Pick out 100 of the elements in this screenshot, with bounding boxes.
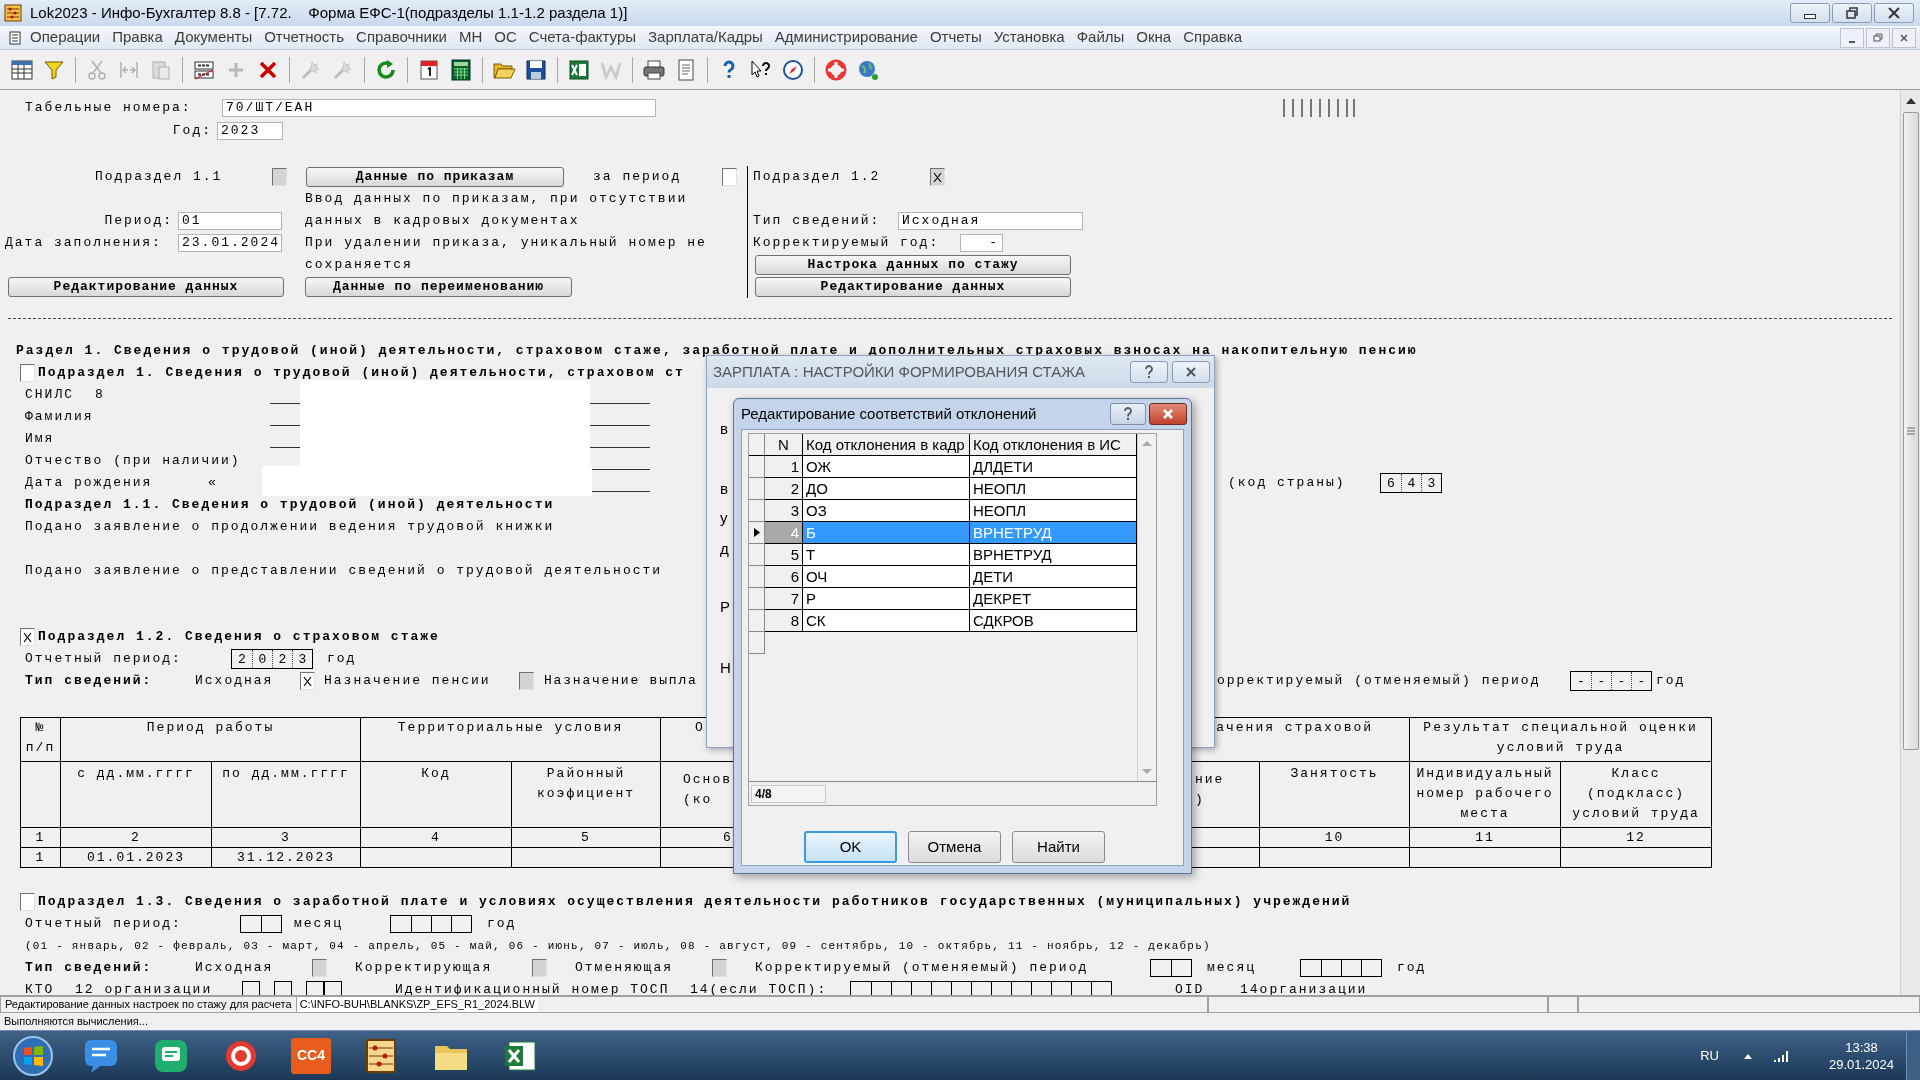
signal-icon[interactable] bbox=[1772, 1048, 1789, 1063]
input-boxes[interactable] bbox=[1300, 959, 1382, 977]
corrected-year-field[interactable]: - bbox=[960, 234, 1003, 252]
menu-item[interactable]: Окна bbox=[1130, 26, 1178, 49]
label: год bbox=[327, 650, 357, 669]
checkbox[interactable] bbox=[20, 628, 35, 646]
rename-data-button[interactable]: Данные по переименованию bbox=[305, 277, 572, 297]
date-field[interactable]: 23.01.2024 bbox=[178, 234, 282, 252]
help-button[interactable] bbox=[1110, 403, 1146, 425]
calendar-icon[interactable] bbox=[417, 57, 441, 82]
period-field[interactable]: 01 bbox=[178, 212, 282, 230]
subsection-heading: Подраздел 1.3. Сведения о заработной плате и условиях осуществления деятельности работников государственных (муниципальных) учреждений bbox=[38, 893, 1352, 912]
label: за период bbox=[593, 168, 683, 187]
menu-item[interactable]: Отчетность bbox=[258, 26, 351, 49]
label: Корректируемый (отменяемый) период bbox=[755, 959, 1090, 978]
edit-data-button[interactable]: Редактирование данных bbox=[755, 277, 1071, 297]
dialog-button[interactable]: Найти bbox=[1012, 831, 1105, 863]
input-boxes[interactable] bbox=[240, 915, 282, 933]
help-icon bbox=[1123, 407, 1133, 421]
menu-item[interactable]: ОС bbox=[488, 26, 523, 49]
checkbox[interactable] bbox=[20, 893, 35, 911]
grid-cell[interactable]: СДКРОВ bbox=[970, 610, 1137, 632]
start-button[interactable] bbox=[12, 1034, 54, 1077]
info-type-field[interactable]: Исходная bbox=[898, 212, 1083, 230]
grid-cell[interactable]: НЕОПЛ bbox=[970, 478, 1137, 500]
grid-cell[interactable]: ОЖ bbox=[803, 456, 970, 478]
label: Подраздел 1.2 bbox=[753, 168, 882, 187]
grid-cell[interactable]: ДО bbox=[803, 478, 970, 500]
dialog-button[interactable]: OK bbox=[804, 831, 897, 863]
grid-cell[interactable]: ВРНЕТРУД bbox=[970, 544, 1137, 566]
input-boxes[interactable] bbox=[1150, 959, 1192, 977]
lifebuoy-icon[interactable] bbox=[824, 57, 848, 82]
clock-time[interactable]: 13:38 bbox=[1845, 1038, 1878, 1056]
row-number: 6 bbox=[765, 566, 803, 588]
table-icon[interactable] bbox=[10, 57, 34, 82]
calculator-icon[interactable] bbox=[449, 57, 473, 82]
grid-cell[interactable]: ОЗ bbox=[803, 500, 970, 522]
label: Отменяющая bbox=[575, 959, 674, 978]
menu-item[interactable]: МН bbox=[452, 26, 489, 49]
label: в bbox=[720, 479, 728, 499]
checkbox[interactable] bbox=[20, 364, 35, 382]
label: Корректируемый год: bbox=[753, 234, 941, 253]
document-icon[interactable] bbox=[8, 30, 22, 45]
grid-cell[interactable]: ДЕТИ bbox=[970, 566, 1137, 588]
language-indicator[interactable]: RU bbox=[1700, 1045, 1719, 1066]
input-boxes[interactable] bbox=[390, 915, 472, 933]
checkbox[interactable] bbox=[300, 672, 315, 690]
menu-item[interactable]: Установка bbox=[987, 26, 1071, 49]
table-header: по дд.мм.гггг bbox=[211, 761, 361, 828]
grid-cell[interactable]: ДЕКРЕТ bbox=[970, 588, 1137, 610]
minimize-button[interactable] bbox=[1790, 3, 1830, 23]
compass-icon[interactable] bbox=[781, 57, 805, 82]
row-number: 4 bbox=[765, 522, 803, 544]
close-button[interactable] bbox=[1874, 3, 1914, 23]
close-button[interactable] bbox=[1172, 361, 1210, 383]
save-icon[interactable] bbox=[524, 57, 548, 82]
digit-field[interactable]: 6 4 3 bbox=[1380, 473, 1442, 493]
refresh-icon[interactable] bbox=[374, 57, 398, 82]
menu-item[interactable]: Правка bbox=[106, 26, 169, 49]
menu-item[interactable]: Зарплата/Кадры bbox=[642, 26, 769, 49]
scroll-up-icon[interactable] bbox=[1904, 96, 1917, 106]
tab-number-field[interactable]: 70/ШТ/ЕАН bbox=[222, 99, 656, 117]
grid-cell[interactable]: Р bbox=[803, 588, 970, 610]
label: КТО bbox=[25, 981, 56, 995]
table-cell: 3 bbox=[211, 827, 361, 848]
menu-item[interactable]: Отчеты bbox=[923, 26, 988, 49]
clock-date[interactable]: 29.01.2024 bbox=[1828, 1055, 1894, 1073]
orders-button[interactable]: Данные по приказам bbox=[306, 167, 564, 187]
menu-item[interactable]: Операции bbox=[24, 26, 107, 49]
restore-button[interactable] bbox=[1832, 3, 1872, 23]
dialog-button[interactable]: Отмена bbox=[908, 831, 1001, 863]
checkbox[interactable] bbox=[722, 168, 737, 186]
menu-item[interactable]: Администрирование bbox=[768, 26, 924, 49]
menu-item[interactable]: Счета-фактуры bbox=[522, 26, 643, 49]
menu-item[interactable]: Файлы bbox=[1070, 26, 1131, 49]
row-number: 3 bbox=[765, 500, 803, 522]
digit-field[interactable]: - - - - bbox=[1570, 671, 1652, 691]
grid-cell[interactable]: ДЛДЕТИ bbox=[970, 456, 1137, 478]
row-indicator[interactable] bbox=[749, 522, 765, 544]
table-header: № п/п bbox=[20, 717, 61, 762]
edit-data-button[interactable]: Редактирование данных bbox=[8, 277, 284, 297]
close-button[interactable] bbox=[1149, 403, 1187, 425]
scrollbar-thumb[interactable] bbox=[1902, 112, 1919, 750]
grid-cell[interactable]: ОЧ bbox=[803, 566, 970, 588]
restore-button[interactable] bbox=[1866, 27, 1890, 48]
length-settings-button[interactable]: Настрока данных по стажу bbox=[755, 255, 1071, 275]
menu-item[interactable]: Справка bbox=[1177, 26, 1249, 49]
grid-cell[interactable]: НЕОПЛ bbox=[970, 500, 1137, 522]
grid-cell[interactable]: СК bbox=[803, 610, 970, 632]
spreadsheet-icon[interactable] bbox=[567, 57, 591, 82]
digit-field[interactable]: 2 0 2 3 bbox=[231, 649, 313, 669]
printer-icon[interactable] bbox=[642, 57, 666, 82]
label: в bbox=[720, 419, 728, 439]
year-field[interactable]: 2023 bbox=[217, 122, 283, 140]
minimize-button[interactable] bbox=[1840, 27, 1864, 48]
menu-item[interactable]: Справочники bbox=[350, 26, 453, 49]
menu-item[interactable]: Документы bbox=[168, 26, 259, 49]
grid-cell[interactable]: Т bbox=[803, 544, 970, 566]
help-button[interactable] bbox=[1130, 361, 1168, 383]
value-text: « bbox=[208, 474, 219, 493]
